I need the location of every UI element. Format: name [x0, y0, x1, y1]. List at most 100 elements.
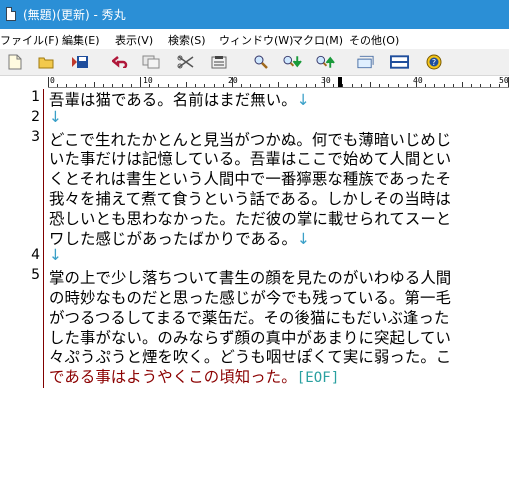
ruler-tick — [140, 77, 141, 87]
ruler-tick — [269, 84, 270, 87]
ruler-tick — [352, 84, 353, 87]
find-prev-icon[interactable] — [316, 53, 335, 71]
text-row[interactable]: の時妙なものだと思った感じが今でも残っている。第一毛 — [49, 286, 451, 308]
ruler-tick — [260, 84, 261, 87]
ruler-tick — [453, 84, 454, 87]
newline-mark: ↓ — [297, 230, 311, 248]
text-row[interactable]: がつるつるしてまるで薬缶だ。その後猫にもだいぶ逢った — [49, 306, 449, 328]
ruler-tick — [306, 84, 307, 87]
line-number: 1 — [31, 89, 40, 105]
window-title: (無題)(更新) - 秀丸 — [23, 8, 126, 22]
ruler-tick — [434, 84, 435, 87]
menu-other[interactable]: その他(O) — [349, 32, 399, 48]
ruler-tick — [48, 77, 49, 87]
ruler-tick — [324, 77, 325, 87]
ruler-tick — [122, 84, 123, 87]
text-row[interactable]: 掌の上で少し落ちついて書生の顔を見たのがいわゆる人間 — [49, 266, 451, 288]
line-number: 5 — [31, 267, 40, 283]
text-row[interactable]: いた事だけは記憶している。吾輩はここで始めて人間とい — [49, 147, 451, 169]
text-row[interactable]: である事はようやくこの頃知った。[EOF] — [49, 365, 339, 387]
ruler-label: 40 — [413, 77, 423, 85]
ruler-tick — [444, 84, 445, 87]
row-text: がつるつるしてまるで薬缶だ。その後猫にもだいぶ逢った — [49, 309, 450, 327]
ruler-tick — [388, 84, 389, 87]
newline-mark: ↓ — [49, 108, 62, 126]
row-text: くとそれは書生という人間中で一番獰悪な種族であったそ — [49, 170, 452, 188]
line-number: 3 — [31, 129, 40, 145]
text-row[interactable]: 恐しいとも思わなかった。ただ彼の掌に載せられてスーと — [49, 207, 451, 229]
column-ruler: 0 10 20 30 40 50 — [48, 77, 509, 88]
text-row[interactable]: ↓ — [49, 108, 62, 126]
ruler-tick — [480, 84, 481, 87]
ruler-tick — [370, 82, 371, 87]
ruler-tick — [103, 84, 104, 87]
text-row[interactable]: 吾輩は猫である。名前はまだ無い。↓ — [49, 88, 310, 110]
ruler-tick — [76, 84, 77, 87]
cut-icon[interactable] — [176, 53, 195, 71]
ruler-label: 10 — [143, 77, 153, 85]
row-text: である事はようやくこの頃知った。 — [49, 368, 297, 386]
ruler-tick — [204, 84, 205, 87]
ruler-tick — [416, 77, 417, 87]
ruler-tick — [278, 82, 279, 87]
text-row[interactable]: ↓ — [49, 246, 62, 264]
ruler-tick — [490, 84, 491, 87]
ruler-tick — [195, 84, 196, 87]
ruler-tick — [112, 84, 113, 87]
ruler-tick — [398, 84, 399, 87]
ruler-tick — [158, 84, 159, 87]
ruler-tick — [315, 84, 316, 87]
open-folder-icon[interactable] — [36, 53, 55, 71]
save-icon[interactable] — [70, 53, 89, 71]
ruler-tick — [177, 84, 178, 87]
newline-mark: ↓ — [49, 246, 62, 264]
text-row[interactable]: くとそれは書生という人間中で一番獰悪な種族であったそ — [49, 167, 451, 189]
ruler-tick — [131, 84, 132, 87]
ruler-tick — [287, 84, 288, 87]
title-bar: (無題)(更新) - 秀丸 — [0, 0, 509, 29]
line-number-rule — [43, 89, 44, 388]
text-row[interactable]: 々ぷうぷうと煙を吹く。どうも咽せぽくて実に弱った。こ — [49, 345, 451, 367]
ruler-tick — [57, 84, 58, 87]
help-icon[interactable]: ? — [424, 53, 443, 71]
ruler-tick — [241, 84, 242, 87]
ruler-tick — [94, 82, 95, 87]
find-next-icon[interactable] — [283, 53, 302, 71]
line-number: 4 — [31, 247, 40, 263]
ruler-tick — [149, 84, 150, 87]
toolbar: ? — [0, 49, 509, 76]
paste-icon[interactable] — [209, 53, 228, 71]
ruler-tick — [168, 84, 169, 87]
menu-window[interactable]: ウィンドウ(W) — [219, 32, 293, 48]
row-text: ワした感じがあったばかりである。 — [49, 230, 298, 248]
svg-text:?: ? — [431, 58, 435, 67]
menu-edit[interactable]: 編集(E) — [62, 32, 100, 48]
document-icon — [6, 7, 16, 21]
ruler-tick — [85, 84, 86, 87]
copy-icon[interactable] — [141, 53, 160, 71]
text-row[interactable]: 我々を捕えて煮て食うという話である。しかしその当時は — [49, 187, 451, 209]
ruler-label: 0 — [50, 77, 55, 85]
row-text: 我々を捕えて煮て食うという話である。しかしその当時は — [49, 190, 451, 208]
text-row[interactable]: ワした感じがあったばかりである。↓ — [49, 227, 310, 249]
new-file-icon[interactable] — [5, 53, 24, 71]
undo-icon[interactable] — [111, 53, 130, 71]
split-window-icon[interactable] — [390, 53, 409, 71]
menu-search[interactable]: 検索(S) — [168, 32, 206, 48]
ruler-tick — [379, 84, 380, 87]
newline-mark: ↓ — [296, 91, 310, 109]
ruler-tick — [499, 84, 500, 87]
menu-macro[interactable]: マクロ(M) — [292, 32, 343, 48]
row-text: の時妙なものだと思った感じが今でも残っている。第一毛 — [49, 289, 451, 307]
grep-icon[interactable] — [356, 53, 375, 71]
ruler-tick — [361, 84, 362, 87]
search-icon[interactable] — [251, 53, 270, 71]
ruler-label: 30 — [321, 77, 331, 85]
ruler-tick — [333, 84, 334, 87]
menu-bar: ファイル(F) 編集(E) 表示(V) 検索(S) ウィンドウ(W) マクロ(M… — [0, 29, 509, 49]
ruler-tick — [250, 84, 251, 87]
menu-file[interactable]: ファイル(F) — [0, 32, 59, 48]
eof-marker: [EOF] — [296, 370, 340, 386]
menu-view[interactable]: 表示(V) — [115, 32, 153, 48]
line-number: 2 — [31, 109, 40, 125]
